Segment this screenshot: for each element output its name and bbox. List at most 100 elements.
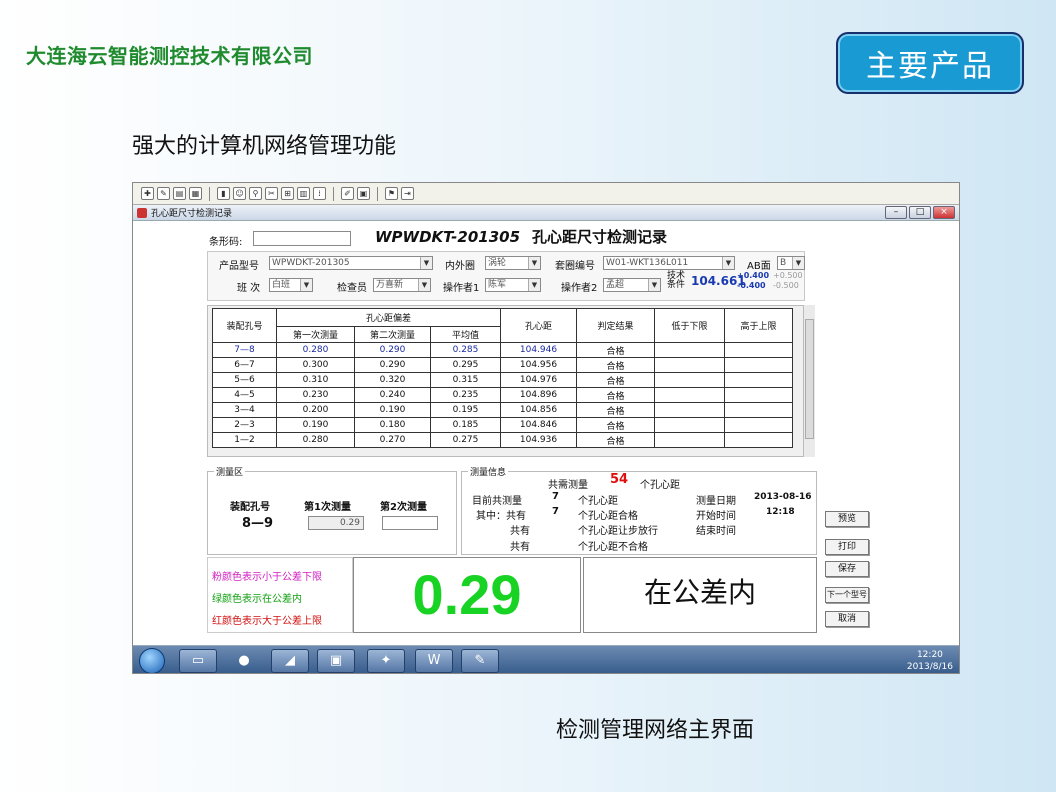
dots-icon[interactable]: ⁞ [313,187,326,200]
smile-icon[interactable]: ☺ [233,187,246,200]
open-icon[interactable]: ▤ [173,187,186,200]
window-titlebar: 孔心距尺寸检测记录 – □ × [133,205,959,221]
tool-icon[interactable]: ✂ [265,187,278,200]
info-group-label: 测量信息 [468,465,509,478]
qq-task-icon[interactable]: ● [225,649,263,673]
cancel-button[interactable]: 取消 [825,611,869,627]
cell-avg: 0.185 [430,417,501,433]
table-row[interactable]: 2—3 0.190 0.180 0.185 104.846 合格 [212,417,793,433]
product-select[interactable]: WPWDKT-201305 ▼ [269,256,433,270]
cell-below [654,387,725,403]
inspector-select[interactable]: 万喜新 ▼ [373,278,431,292]
chevron-down-icon[interactable]: ▼ [418,279,430,291]
cell-avg: 0.285 [430,342,501,358]
section-badge: 主要产品 [836,32,1024,94]
word-task-icon[interactable]: W [415,649,453,673]
print-button[interactable]: 打印 [825,539,869,555]
table-row[interactable]: 3—4 0.200 0.190 0.195 104.856 合格 [212,402,793,418]
save-button[interactable]: 保存 [825,561,869,577]
tech-label-bottom: 条件 [667,280,686,290]
chevron-down-icon[interactable]: ▼ [722,257,734,269]
app-screenshot: ✚ ✎ ▤ ▦ ▮ ☺ ⚲ ✂ ⊞ ▥ ⁞ ✐ ▣ ⚑ ⇥ 孔心距尺寸检测记录 … [132,182,960,674]
cell-below [654,432,725,448]
set-value: W01-WKT136L011 [606,258,689,268]
pencil-icon[interactable]: ✐ [341,187,354,200]
results-table: 装配孔号 孔心距偏差 孔心距 判定结果 低于下限 高于上限 第一次测量 第二次测… [212,308,793,448]
measure-second-label: 第2次测量 [380,502,427,513]
cell-second: 0.240 [354,387,431,403]
print-icon[interactable]: ▦ [189,187,202,200]
cell-above [724,387,793,403]
operator1-select[interactable]: 陈军 ▼ [485,278,541,292]
cell-dist: 104.976 [500,372,577,388]
explorer-task-icon[interactable]: ▭ [179,649,217,673]
report-icon[interactable]: ▣ [357,187,370,200]
concession-label: 共有 [510,526,530,537]
current-value-display: 0.29 [353,557,581,633]
app-task-icon[interactable]: ◢ [271,649,309,673]
table-icon[interactable]: ▥ [297,187,310,200]
chevron-down-icon[interactable]: ▼ [528,279,540,291]
cell-first: 0.200 [276,402,355,418]
cell-hole: 1—2 [212,432,277,448]
cell-first: 0.190 [276,417,355,433]
measure-group-label: 测量区 [214,465,246,478]
cell-above [724,372,793,388]
cell-below [654,342,725,358]
verdict-display: 在公差内 [583,557,817,633]
total-prefix: 共需测量 [548,480,588,491]
results-table-panel: 装配孔号 孔心距偏差 孔心距 判定结果 低于下限 高于上限 第一次测量 第二次测… [207,305,815,457]
fail-suffix: 个孔心距不合格 [578,542,648,553]
table-row[interactable]: 5—6 0.310 0.320 0.315 104.976 合格 [212,372,793,388]
ring-select[interactable]: 涡轮 ▼ [485,256,541,270]
table-scrollbar[interactable] [803,305,815,457]
cell-hole: 4—5 [212,387,277,403]
paint-task-icon[interactable]: ✎ [461,649,499,673]
chevron-down-icon[interactable]: ▼ [528,257,540,269]
chevron-down-icon[interactable]: ▼ [648,279,660,291]
grid-icon[interactable]: ⊞ [281,187,294,200]
measure-first-input[interactable]: 0.29 [308,516,364,530]
start-button[interactable] [139,648,165,673]
edit-icon[interactable]: ✎ [157,187,170,200]
color-legend: 粉颜色表示小于公差下限 绿颜色表示在公差内 红颜色表示大于公差上限 [207,557,353,633]
next-model-button[interactable]: 下一个型号 [825,587,869,603]
form-title-text: 孔心距尺寸检测记录 [532,228,668,246]
operator2-select[interactable]: 孟超 ▼ [603,278,661,292]
chevron-down-icon[interactable]: ▼ [300,279,312,291]
cell-hole: 3—4 [212,402,277,418]
preview-button[interactable]: 预览 [825,511,869,527]
table-row[interactable]: 1—2 0.280 0.270 0.275 104.936 合格 [212,432,793,448]
barcode-input[interactable] [253,231,351,246]
set-select[interactable]: W01-WKT136L011 ▼ [603,256,735,270]
measure-group: 测量区 装配孔号 8—9 第1次测量 0.29 第2次测量 [207,465,457,555]
shift-select[interactable]: 白班 ▼ [269,278,313,292]
toolbar-separator [333,186,334,201]
table-row[interactable]: 4—5 0.230 0.240 0.235 104.896 合格 [212,387,793,403]
player-task-icon[interactable]: ✦ [367,649,405,673]
done-label: 目前共测量 [472,496,522,507]
close-button[interactable]: × [933,206,955,219]
col-header-first: 第一次测量 [276,326,355,343]
chevron-down-icon[interactable]: ▼ [420,257,432,269]
cell-avg: 0.195 [430,402,501,418]
maximize-button[interactable]: □ [909,206,931,219]
chevron-down-icon[interactable]: ▼ [792,257,804,269]
measure-second-input[interactable] [382,516,438,530]
table-row[interactable]: 6—7 0.300 0.290 0.295 104.956 合格 [212,357,793,373]
minimize-button[interactable]: – [885,206,907,219]
search-icon[interactable]: ⚲ [249,187,262,200]
scrollbar-thumb[interactable] [805,319,814,439]
flag-icon[interactable]: ⚑ [385,187,398,200]
chart-icon[interactable]: ▮ [217,187,230,200]
col-header-above: 高于上限 [724,308,793,343]
cell-second: 0.270 [354,432,431,448]
ab-select[interactable]: B ▼ [777,256,805,270]
archive-task-icon[interactable]: ▣ [317,649,355,673]
network-icon[interactable]: ✚ [141,187,154,200]
cell-result: 合格 [576,402,655,418]
product-value: WPWDKT-201305 [272,258,350,268]
exit-icon[interactable]: ⇥ [401,187,414,200]
barcode-label: 条形码: [209,237,243,248]
table-row[interactable]: 7—8 0.280 0.290 0.285 104.946 合格 [212,342,793,358]
